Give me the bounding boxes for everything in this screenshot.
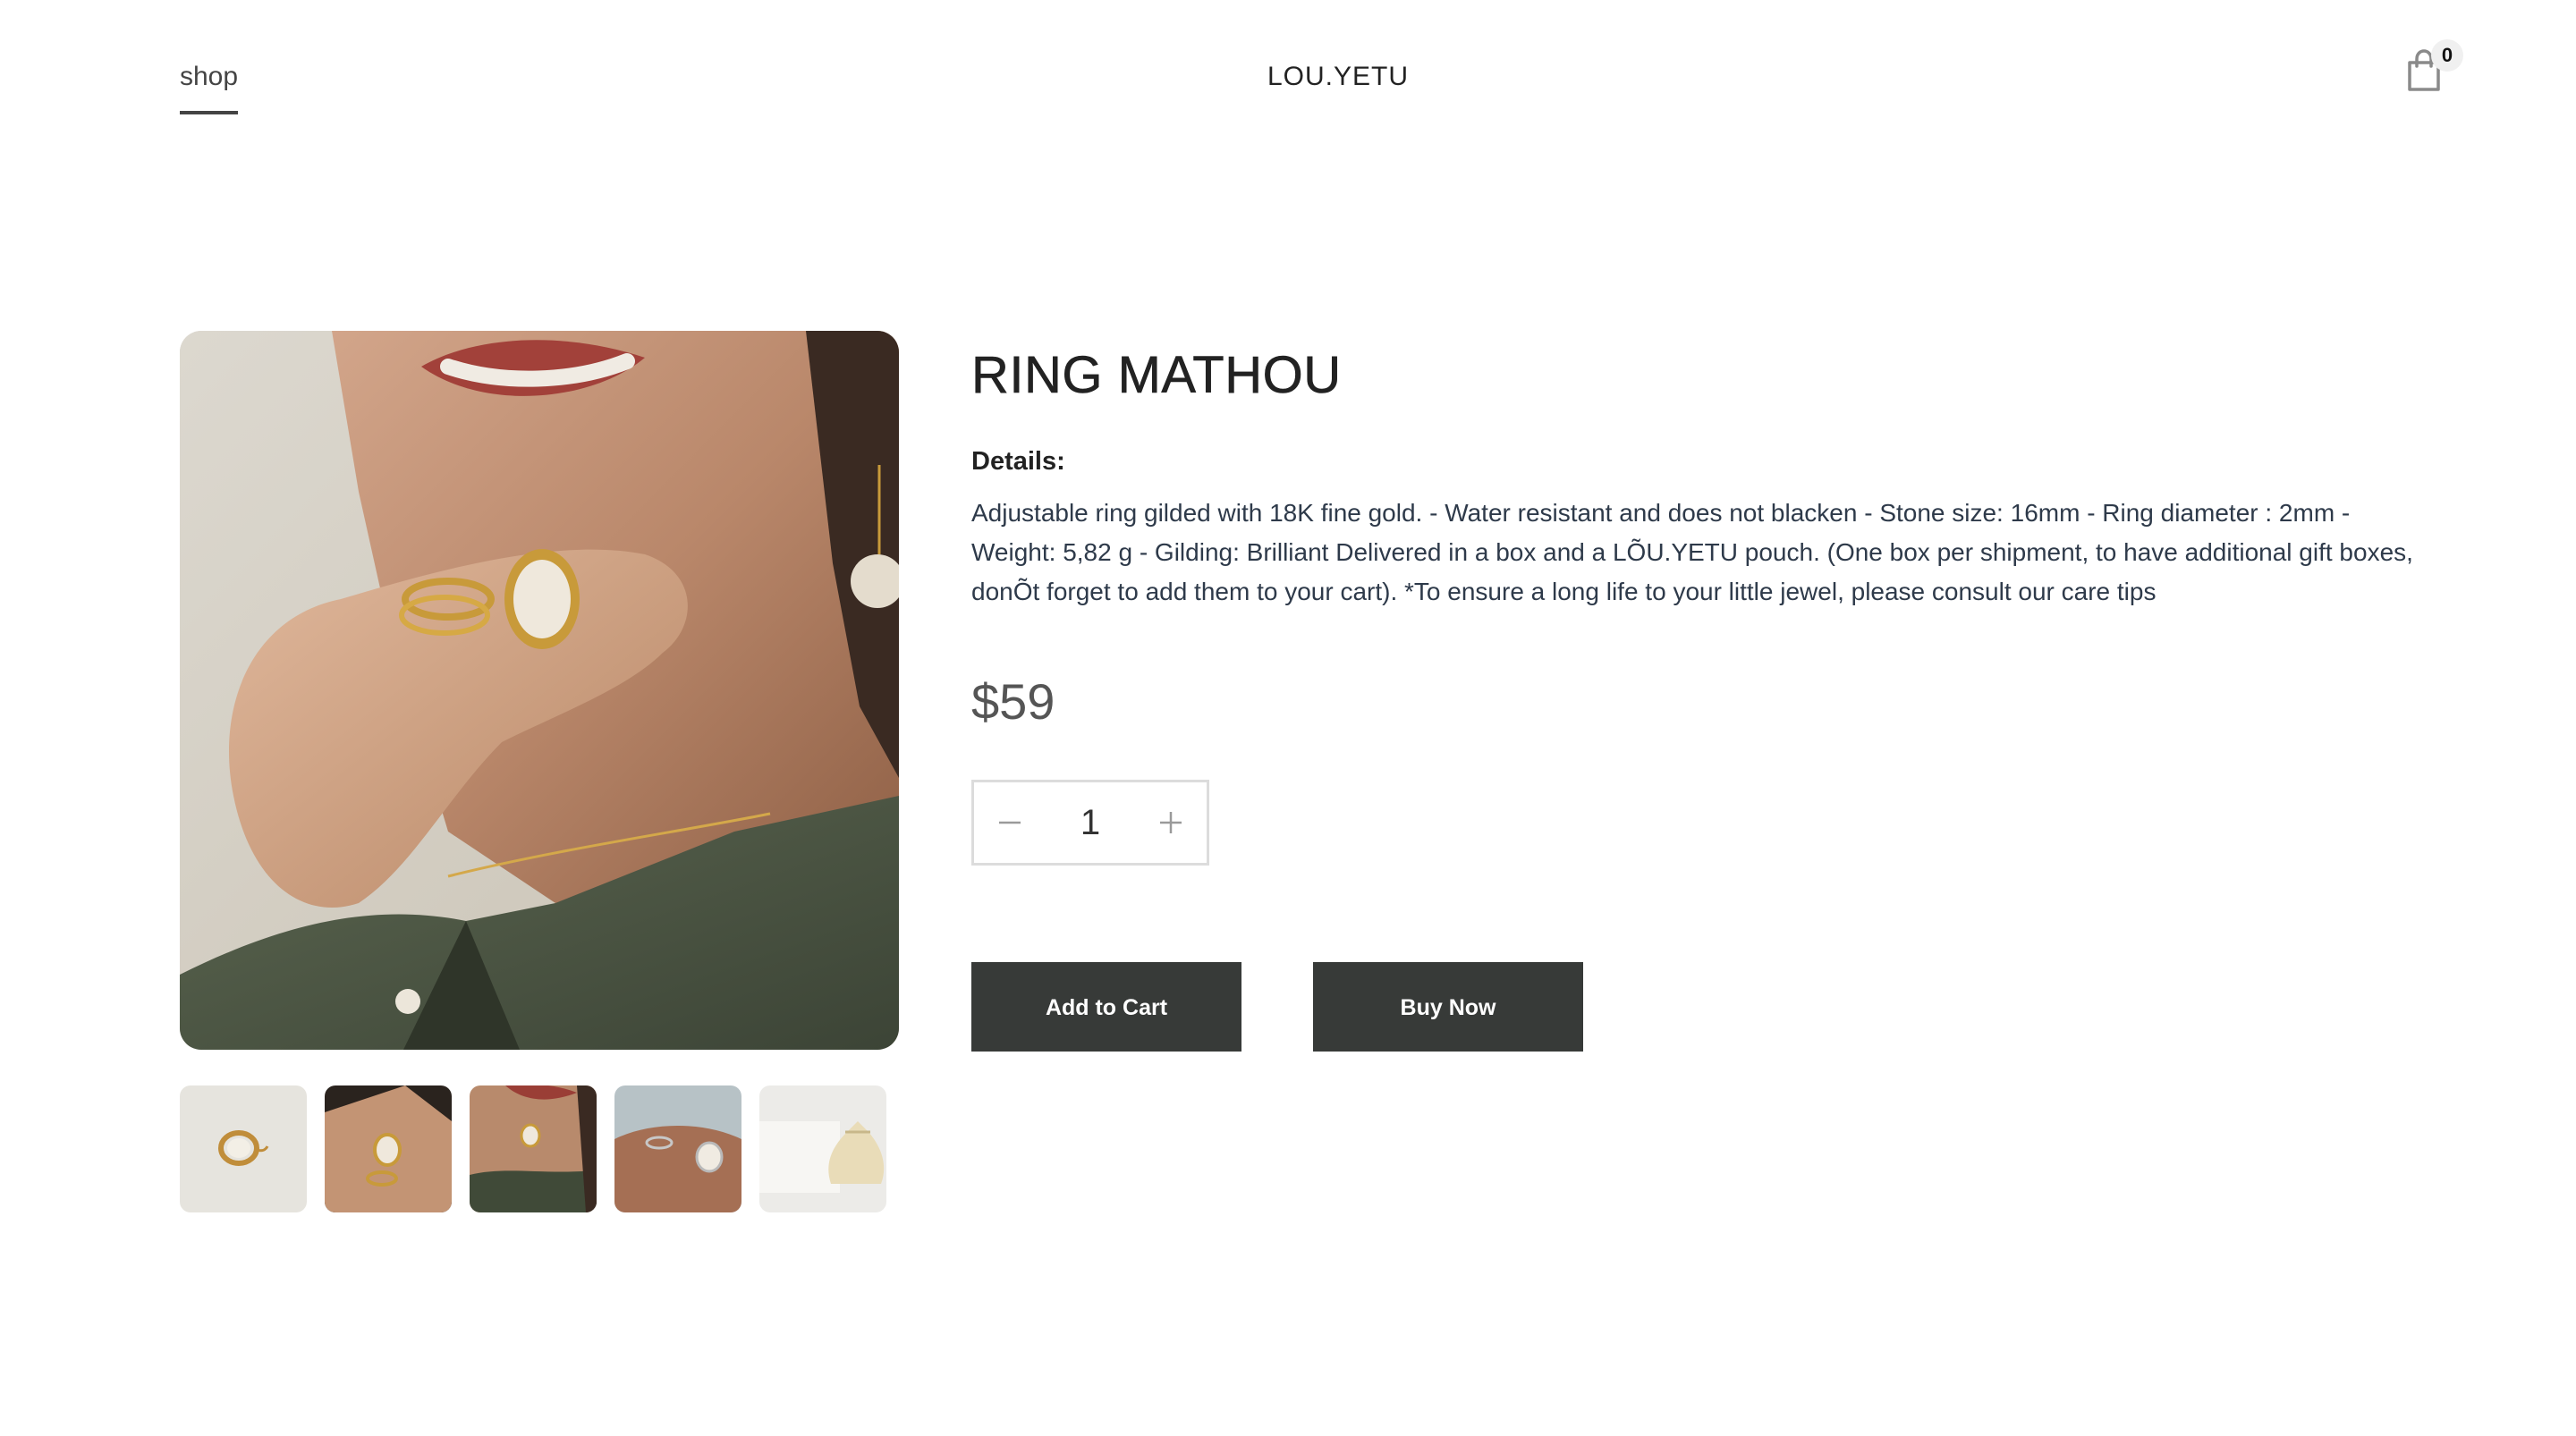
- thumbnail-1[interactable]: [180, 1085, 307, 1212]
- thumbnail-4[interactable]: [614, 1085, 741, 1212]
- decrease-quantity-button[interactable]: [974, 782, 1046, 863]
- ring-product-thumb: [180, 1085, 307, 1212]
- product-main-image[interactable]: [180, 331, 899, 1050]
- details-label: Details:: [971, 447, 1065, 476]
- increase-quantity-button[interactable]: [1135, 782, 1207, 863]
- minus-icon: [999, 821, 1021, 824]
- cart-button[interactable]: 0: [2402, 39, 2479, 97]
- thumbnail-2[interactable]: [325, 1085, 452, 1212]
- product-price: $59: [971, 673, 1055, 730]
- brand-logo[interactable]: LOU.YETU: [0, 59, 2576, 95]
- product-description: Adjustable ring gilded with 18K fine gol…: [971, 499, 2413, 605]
- thumbnail-3[interactable]: [470, 1085, 597, 1212]
- hand-rings-closeup-thumb: [614, 1085, 741, 1212]
- cart-count-badge: 0: [2431, 39, 2463, 72]
- add-to-cart-button[interactable]: Add to Cart: [971, 962, 1241, 1052]
- model-portrait-thumb: [470, 1085, 597, 1212]
- hand-with-rings-thumb: [325, 1085, 452, 1212]
- plus-icon: [1160, 812, 1182, 833]
- thumbnail-strip: [180, 1085, 899, 1212]
- product-info: RING MATHOU Details: Adjustable ring gil…: [971, 331, 2420, 1052]
- quantity-value[interactable]: 1: [1046, 782, 1135, 863]
- quantity-stepper: 1: [971, 780, 1209, 866]
- gift-pouch-thumb: [759, 1085, 886, 1212]
- site-header: shop LOU.YETU 0: [0, 0, 2576, 125]
- model-photo: [180, 331, 899, 1050]
- product-title: RING MATHOU: [971, 346, 1342, 405]
- buy-now-button[interactable]: Buy Now: [1313, 962, 1583, 1052]
- thumbnail-5[interactable]: [759, 1085, 886, 1212]
